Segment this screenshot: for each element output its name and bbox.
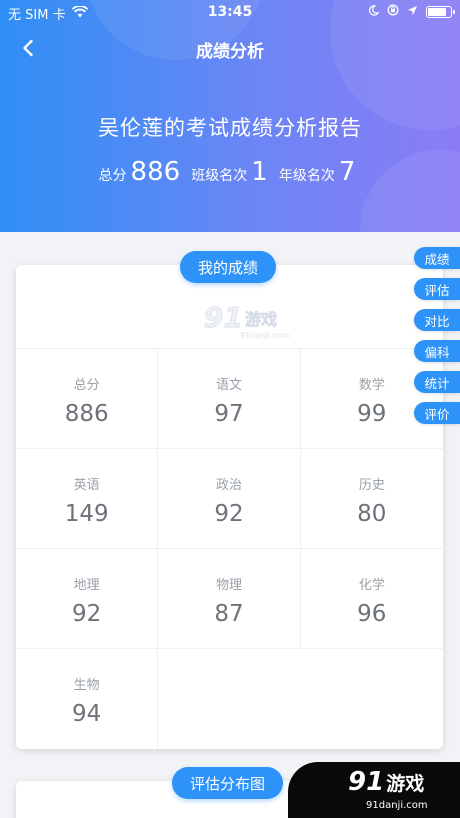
watermark-mark: 91: [204, 301, 244, 335]
total-label: 总分: [98, 168, 127, 184]
battery-icon: [426, 5, 455, 18]
class-rank-value: 1: [251, 157, 268, 187]
watermark-name: 游戏: [244, 309, 278, 329]
side-tab-statistics[interactable]: 统计: [414, 371, 460, 393]
subject-score: 149: [64, 500, 109, 527]
subject-score: 99: [357, 400, 387, 427]
status-bar: 无 SIM 卡 13:45: [0, 0, 460, 24]
report-title: 吴伦莲的考试成绩分析报告: [98, 116, 362, 140]
score-cell-chemistry: 化学 96: [301, 549, 443, 649]
subject-score: 92: [72, 600, 102, 627]
side-tab-evaluation[interactable]: 评估: [414, 278, 460, 300]
subject-score: 96: [357, 600, 387, 627]
watermark-url: 91danji.com: [240, 331, 290, 340]
corner-logo-url: 91danji.com: [366, 800, 428, 811]
score-grid: 总分 886 语文 97 数学 99 英语 149 政治 92 历史 80 地理…: [16, 348, 443, 749]
score-cell-biology: 生物 94: [16, 649, 159, 749]
subject-score: 94: [72, 700, 102, 727]
watermark-logo: 91 游戏 91danji.com: [204, 301, 290, 341]
report-header: 无 SIM 卡 13:45 成绩分析 吴伦莲的考试成绩分析报告 总分 886 班…: [0, 0, 460, 232]
score-cell-english: 英语 149: [16, 449, 159, 549]
battery-level: [428, 7, 447, 16]
score-cell-total: 总分 886: [16, 349, 159, 449]
subject-label: 生物: [73, 677, 100, 693]
subject-label: 政治: [215, 477, 242, 493]
subject-label: 语文: [215, 377, 242, 393]
score-cell-geography: 地理 92: [16, 549, 159, 649]
subject-label: 地理: [73, 577, 100, 593]
side-tab-review[interactable]: 评价: [414, 402, 460, 424]
subject-label: 化学: [358, 577, 385, 593]
score-row: 地理 92 物理 87 化学 96: [16, 548, 443, 649]
subject-score: 92: [214, 500, 244, 527]
page-title: 成绩分析: [196, 42, 264, 62]
corner-watermark-logo: 91 游戏 91danji.com: [288, 762, 460, 818]
score-summary: 总分 886 班级名次 1 年级名次 7: [0, 157, 460, 187]
moon-icon: [368, 4, 380, 19]
score-cell-history: 历史 80: [301, 449, 443, 549]
score-row: 生物 94: [16, 648, 443, 749]
subject-score: 886: [64, 400, 109, 427]
side-tab-comparison[interactable]: 对比: [414, 309, 460, 331]
subject-score: 97: [214, 400, 244, 427]
corner-logo-name: 游戏: [386, 773, 425, 795]
grade-rank-label: 年级名次: [278, 168, 335, 184]
score-cell-physics: 物理 87: [158, 549, 301, 649]
corner-logo-mark: 91: [348, 767, 385, 797]
location-arrow-icon: [407, 5, 418, 19]
score-cell-politics: 政治 92: [158, 449, 301, 549]
my-scores-title: 我的成绩: [180, 251, 277, 283]
distribution-title: 评估分布图: [172, 767, 284, 799]
subject-label: 总分: [73, 377, 100, 393]
total-value: 886: [130, 157, 181, 187]
orientation-lock-icon: [387, 4, 399, 19]
class-rank-label: 班级名次: [191, 168, 248, 184]
subject-score: 80: [357, 500, 387, 527]
side-tab-bias[interactable]: 偏科: [414, 340, 460, 362]
nav-bar: 成绩分析: [0, 28, 460, 68]
side-tab-scores[interactable]: 成绩: [414, 247, 460, 269]
score-row: 总分 886 语文 97 数学 99: [16, 348, 443, 449]
subject-label: 历史: [358, 477, 385, 493]
subject-score: 87: [214, 600, 244, 627]
section-side-tabs: 成绩 评估 对比 偏科 统计 评价: [414, 247, 460, 424]
my-scores-card: 我的成绩 91 游戏 91danji.com 总分 886 语文 97 数学 9…: [16, 251, 443, 749]
subject-label: 数学: [358, 377, 385, 393]
subject-label: 英语: [73, 477, 100, 493]
grade-rank-value: 7: [338, 157, 356, 187]
score-row: 英语 149 政治 92 历史 80: [16, 448, 443, 549]
score-cell-chinese: 语文 97: [158, 349, 301, 449]
subject-label: 物理: [215, 577, 242, 593]
